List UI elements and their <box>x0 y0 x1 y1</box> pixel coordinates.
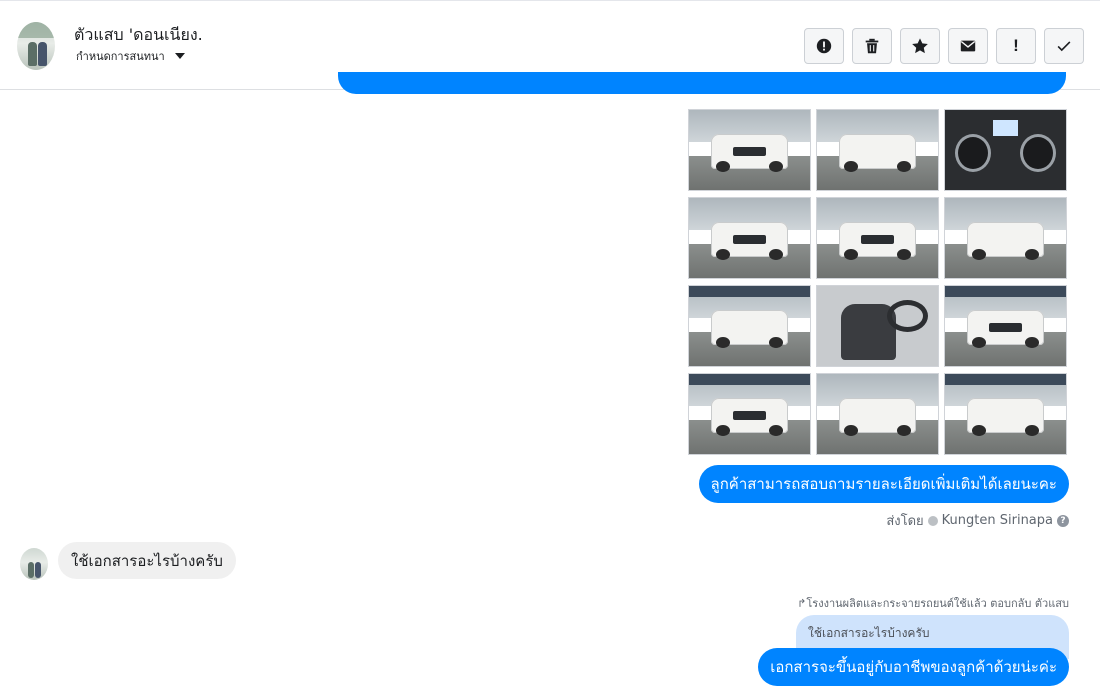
photo-thumbnail[interactable] <box>688 109 811 191</box>
photo-thumbnail[interactable] <box>816 373 939 455</box>
exclamation-icon: ! <box>1013 36 1019 55</box>
delete-button[interactable] <box>852 28 892 64</box>
photo-thumbnail[interactable] <box>944 109 1067 191</box>
sent-by-name: Kungten Sirinapa <box>941 513 1053 528</box>
contact-name[interactable]: ตัวแสบ 'ดอนเนียง. <box>74 23 203 48</box>
photo-thumbnail[interactable] <box>816 109 939 191</box>
mark-unread-button[interactable] <box>948 28 988 64</box>
conversation-settings-dropdown[interactable]: กำหนดการสนทนา <box>76 47 185 65</box>
reply-arrow-icon: ↱ <box>797 597 807 610</box>
photo-thumbnail[interactable] <box>688 373 811 455</box>
photo-thumbnail[interactable] <box>688 285 811 367</box>
star-icon <box>912 38 928 54</box>
star-button[interactable] <box>900 28 940 64</box>
trash-icon <box>865 38 879 54</box>
outgoing-reply-bubble[interactable]: เอกสารจะขึ้นอยู่กับอาชีพของลูกค้าด้วยน่ะ… <box>758 648 1069 686</box>
conversation-settings-label: กำหนดการสนทนา <box>76 50 165 63</box>
check-icon <box>1057 41 1071 52</box>
reply-note: ↱โรงงานผลิตและกระจายรถยนต์ใช้แล้ว ตอบกลั… <box>797 594 1069 612</box>
contact-avatar[interactable] <box>17 22 55 70</box>
alert-circle-icon <box>816 38 832 54</box>
envelope-icon <box>960 40 976 52</box>
photo-attachment-grid <box>688 109 1067 455</box>
follow-up-button[interactable]: ! <box>996 28 1036 64</box>
reply-note-text: โรงงานผลิตและกระจายรถยนต์ใช้แล้ว ตอบกลับ… <box>806 597 1069 610</box>
outgoing-message-bubble[interactable]: ลูกค้าสามารถสอบถามรายละเอียดเพิ่มเติมได้… <box>698 465 1069 503</box>
conversation-toolbar: ! <box>804 28 1084 64</box>
photo-thumbnail[interactable] <box>944 373 1067 455</box>
photo-thumbnail[interactable] <box>688 197 811 279</box>
mark-done-button[interactable] <box>1044 28 1084 64</box>
photo-thumbnail[interactable] <box>816 285 939 367</box>
incoming-message-bubble[interactable]: ใช้เอกสารอะไรบ้างครับ <box>58 542 236 579</box>
verified-icon <box>927 515 938 526</box>
caret-down-icon <box>174 53 185 59</box>
sender-avatar[interactable] <box>20 548 48 580</box>
photo-thumbnail[interactable] <box>944 285 1067 367</box>
sent-by-line: ส่งโดย Kungten Sirinapa ? <box>886 510 1069 531</box>
photo-thumbnail[interactable] <box>816 197 939 279</box>
help-icon[interactable]: ? <box>1057 514 1069 527</box>
report-spam-button[interactable] <box>804 28 844 64</box>
previous-outgoing-bubble <box>338 72 1066 94</box>
photo-thumbnail[interactable] <box>944 197 1067 279</box>
sent-by-prefix: ส่งโดย <box>886 514 924 529</box>
